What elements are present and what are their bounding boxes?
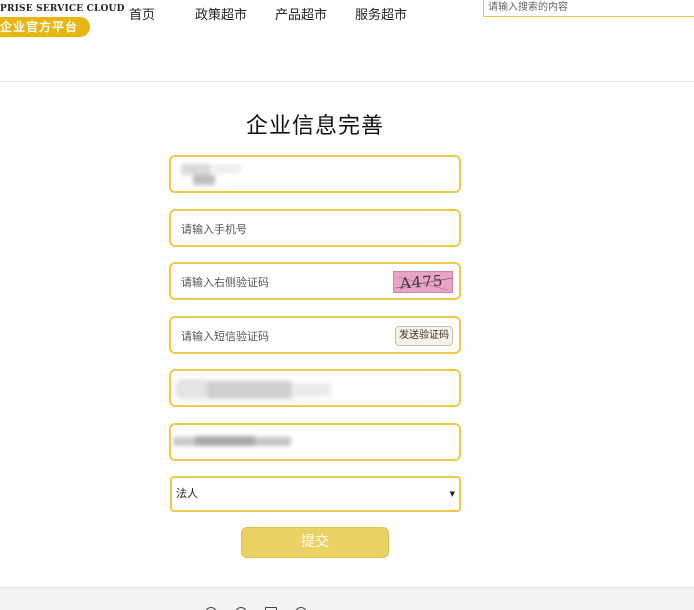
- nav-item-home[interactable]: 首页: [129, 4, 155, 23]
- nav-item-service-market[interactable]: 服务超市: [355, 4, 407, 23]
- nav-item-product-market[interactable]: 产品超市: [275, 4, 327, 23]
- caret-down-icon: ▼: [449, 490, 455, 498]
- footer: [0, 587, 694, 610]
- redacted-value: [173, 377, 333, 403]
- submit-button[interactable]: 提交: [241, 527, 389, 558]
- captcha-image[interactable]: A475: [393, 271, 453, 293]
- company-info-field[interactable]: [169, 369, 461, 407]
- id-number-field[interactable]: [169, 423, 461, 461]
- brand-subtitle: PRISE SERVICE CLOUD: [0, 4, 125, 14]
- redacted-value: [179, 163, 241, 185]
- brand-logo[interactable]: 企业官方平台: [0, 17, 90, 37]
- role-select-value: 法人: [176, 487, 198, 500]
- company-name-field[interactable]: [169, 155, 461, 193]
- role-select[interactable]: 法人 ▼: [170, 476, 461, 512]
- nav-item-policy-market[interactable]: 政策超市: [195, 4, 247, 23]
- captcha-text: A475: [399, 271, 445, 293]
- site-header: PRISE SERVICE CLOUD 企业官方平台 首页 政策超市 产品超市 …: [0, 0, 694, 82]
- phone-input[interactable]: [179, 211, 393, 247]
- sms-code-input[interactable]: [179, 318, 393, 354]
- phone-field[interactable]: [169, 209, 461, 247]
- captcha-input[interactable]: [179, 264, 393, 300]
- send-code-button[interactable]: 发送验证码: [395, 326, 453, 346]
- sms-code-field[interactable]: 发送验证码: [169, 316, 461, 354]
- footer-icons: [205, 604, 320, 610]
- captcha-field[interactable]: A475: [169, 262, 461, 300]
- page-title: 企业信息完善: [245, 114, 384, 139]
- search-input[interactable]: [483, 0, 694, 17]
- redacted-value: [171, 435, 295, 449]
